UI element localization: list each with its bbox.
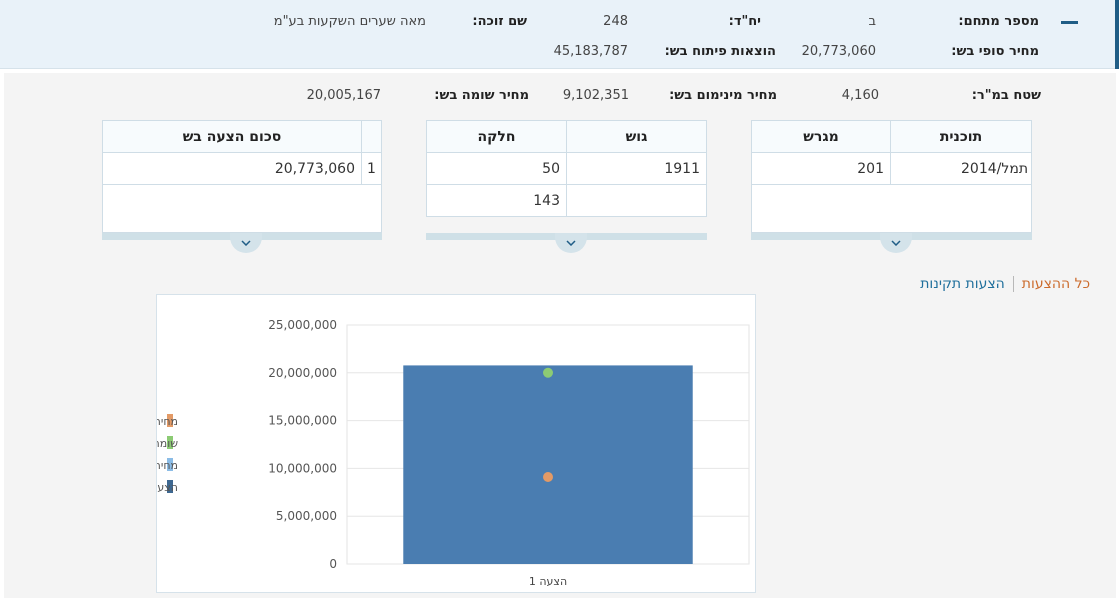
parcel-header: חלקה <box>427 121 567 153</box>
block-header: גוש <box>567 121 707 153</box>
y-tick-label: 10,000,000 <box>268 461 337 475</box>
parcel-table: גוש חלקה 1911 50 143 <box>426 120 707 217</box>
offer-index-cell: 1 <box>362 153 382 185</box>
winner-value: מאה שערים השקעות בע"מ <box>273 14 426 29</box>
y-tick-label: 25,000,000 <box>268 318 337 332</box>
block-cell-empty <box>567 185 707 217</box>
x-tick-label: הצעה 1 <box>529 575 567 588</box>
legend-label: מחיר ממוצע קרקע <box>157 459 178 472</box>
area-value: 4,160 <box>841 88 879 103</box>
data-point <box>543 367 553 378</box>
plan-header: תוכנית <box>891 121 1032 153</box>
header-edge-marker <box>1115 0 1119 69</box>
bidder-number-value: ב <box>868 14 876 29</box>
y-tick-label: 15,000,000 <box>268 414 337 428</box>
offer-amount-header: סכום הצעה בש <box>103 121 362 153</box>
appraiser-value: 20,005,167 <box>306 88 381 103</box>
offers-tabs: כל ההצעות הצעות תקינות <box>900 271 1090 297</box>
chevron-down-icon <box>891 240 901 246</box>
min-price-label: מחיר מינימום בש: <box>669 88 777 103</box>
development-label: הוצאות פיתוח בש: <box>664 44 776 59</box>
units-value: 248 <box>603 14 628 29</box>
units-label: יח"ד: <box>728 14 761 29</box>
final-price-label: מחיר סופי בש: <box>951 44 1039 59</box>
appraiser-label: מחיר שומה בש: <box>434 88 529 103</box>
bidder-number-label: מספר מתחם: <box>958 14 1039 29</box>
offer-index-header <box>362 121 382 153</box>
y-tick-label: 20,000,000 <box>268 366 337 380</box>
y-tick-label: 0 <box>329 557 337 571</box>
data-point <box>543 471 553 482</box>
development-value: 45,183,787 <box>553 44 628 59</box>
legend-label: הצעות קרקע <box>157 481 178 494</box>
tab-all-offers[interactable]: כל ההצעות <box>1012 276 1090 292</box>
offer-amount-cell: 20,773,060 <box>103 153 362 185</box>
parcel-cell: 50 <box>427 153 567 185</box>
collapse-icon[interactable] <box>1061 21 1078 24</box>
y-tick-label: 5,000,000 <box>276 509 337 523</box>
chevron-down-icon <box>241 240 251 246</box>
offers-chart: 0 5,000,000 10,000,000 15,000,000 20,000,000… <box>88 294 756 593</box>
lot-header: מגרש <box>752 121 891 153</box>
area-label: שטח במ"ר: <box>971 88 1041 103</box>
chevron-down-icon <box>566 240 576 246</box>
offers-chart-svg: 0 5,000,000 10,000,000 15,000,000 20,000,000… <box>88 318 750 588</box>
legend-label: שומת קרקע <box>157 437 178 450</box>
block-cell: 1911 <box>567 153 707 185</box>
min-price-value: 9,102,351 <box>562 88 629 103</box>
lot-cell: 201 <box>752 153 891 185</box>
winner-label: שם זוכה: <box>472 14 527 29</box>
parcel-cell: 143 <box>427 185 567 217</box>
offer-table: סכום הצעה בש 1 20,773,060 <box>102 120 382 233</box>
final-price-value: 20,773,060 <box>801 44 876 59</box>
plan-table: תוכנית מגרש תמל/2014 201 <box>751 120 1032 233</box>
plan-cell: תמל/2014 <box>891 153 1032 185</box>
tab-valid-offers[interactable]: הצעות תקינות <box>920 276 1013 292</box>
bar <box>403 365 693 564</box>
legend-label: מחיר מינימום <box>157 415 178 428</box>
